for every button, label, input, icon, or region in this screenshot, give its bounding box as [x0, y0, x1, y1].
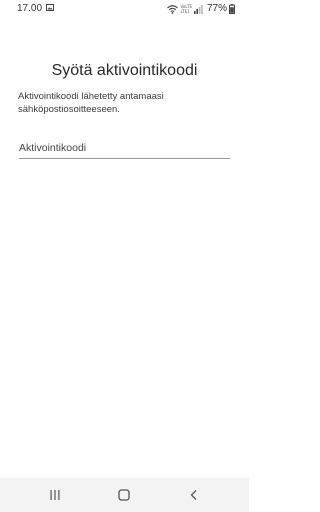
gallery-icon — [46, 4, 54, 11]
recent-apps-button[interactable] — [47, 487, 63, 503]
activation-code-input[interactable] — [19, 138, 230, 159]
instruction-text: Aktivointikoodi lähetetty antamaasi sähk… — [18, 91, 164, 115]
back-button[interactable] — [186, 487, 202, 503]
page-title: Syötä aktivointikoodi — [51, 62, 198, 79]
home-button[interactable] — [116, 487, 132, 503]
status-bar: 17.00 VoLTE LTE1 77% — [0, 0, 249, 18]
home-icon — [118, 489, 130, 501]
back-icon — [190, 490, 197, 500]
battery-icon — [229, 4, 235, 14]
navigation-bar — [0, 478, 249, 512]
wifi-icon — [167, 4, 179, 14]
network-type: VoLTE LTE1 — [180, 4, 192, 14]
network-label-bottom: LTE1 — [180, 9, 190, 14]
signal-icon — [193, 4, 203, 14]
battery-percent: 77% — [206, 3, 227, 14]
status-time: 17.00 — [17, 3, 43, 14]
status-icons: VoLTE LTE1 77% — [167, 3, 235, 15]
recent-apps-icon — [50, 490, 60, 500]
